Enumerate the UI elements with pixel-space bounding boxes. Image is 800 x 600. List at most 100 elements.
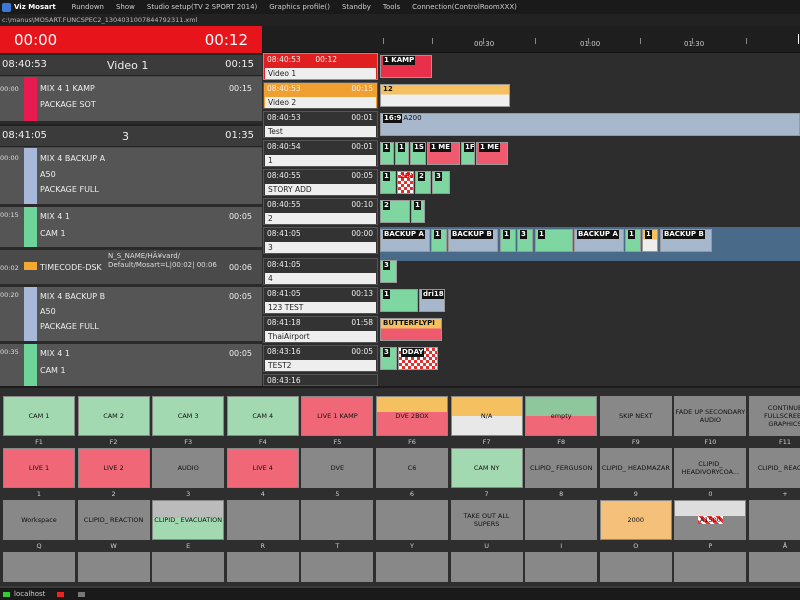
shortcut-button-2-7[interactable] xyxy=(525,500,598,540)
shortcut-button-2-4[interactable] xyxy=(301,500,374,540)
shortcut-button-1-5[interactable]: C6 xyxy=(376,448,448,488)
rundown-item[interactable]: 00:02 TIMECODE-DSK N_S_NAME/HÃ¥vard/ Def… xyxy=(0,250,262,284)
shortcut-button-0-10[interactable]: CONTINUE FULLSCREEN GRAPHICS xyxy=(749,396,800,436)
menu-studio-setup[interactable]: Studio setup(TV 2 SPORT 2014) xyxy=(141,3,263,11)
shortcut-button-1-9[interactable]: CLIPID_ HEADIVORYCOA... xyxy=(674,448,747,488)
timeline-panel[interactable]: 00:30 01:00 01:30 08:40:53 00:12 Video 1… xyxy=(262,26,800,386)
rundown-item[interactable]: 00:20 MIX 4 BACKUP B 00:05 A50 PACKAGE F… xyxy=(0,287,262,341)
shortcut-button-1-2[interactable]: AUDIO xyxy=(152,448,225,488)
shortcut-button-2-8[interactable]: 2000 xyxy=(599,500,672,540)
timeline-track[interactable]: 3 DDAY xyxy=(380,345,800,372)
timeline-story-cell[interactable]: 08:40:54 00:01 1 xyxy=(263,140,378,167)
shortcut-button-2-5[interactable] xyxy=(376,500,448,540)
menu-show[interactable]: Show xyxy=(110,3,141,11)
track-block[interactable]: 1 xyxy=(535,229,573,252)
playhead[interactable] xyxy=(798,34,799,44)
shortcut-button-1-4[interactable]: DVE xyxy=(301,448,374,488)
track-block[interactable]: 1 KAMP xyxy=(380,55,432,78)
track-block[interactable]: 1 ME xyxy=(476,142,508,165)
timeline-track[interactable]: 1 2BX 2 3 xyxy=(380,169,800,196)
timeline-story-cell[interactable]: 08:40:55 00:10 2 xyxy=(263,198,378,225)
shortcut-button-empty[interactable] xyxy=(525,552,598,582)
timeline-story-cell[interactable]: 08:41:05 00:00 3 xyxy=(263,227,378,254)
shortcut-button-2-2[interactable]: CLIPID_ EVACUATION xyxy=(152,500,225,540)
shortcut-button-empty[interactable] xyxy=(226,552,299,582)
shortcut-button-empty[interactable] xyxy=(749,552,800,582)
timeline-story-cell[interactable]: 08:43:16 xyxy=(263,374,378,386)
menu-standby[interactable]: Standby xyxy=(336,3,377,11)
shortcut-button-0-9[interactable]: FADE UP SECONDARY AUDIO xyxy=(674,396,747,436)
rundown-item[interactable]: 00:15 MIX 4 1 00:05 CAM 1 xyxy=(0,207,262,247)
track-block[interactable]: 1 xyxy=(642,229,658,252)
rundown-list[interactable]: 08:40:53 Video 1 00:15 00:00 MIX 4 1 KAM… xyxy=(0,53,262,386)
shortcut-button-0-1[interactable]: CAM 2 xyxy=(77,396,150,436)
timeline-track[interactable]: 1 dri18 xyxy=(380,287,800,314)
rundown-item[interactable]: 00:00 MIX 4 1 KAMP 00:15 PACKAGE SOT xyxy=(0,77,262,121)
shortcut-button-2-10[interactable] xyxy=(749,500,800,540)
track-block[interactable]: dri18 xyxy=(419,289,445,312)
shortcut-button-empty[interactable] xyxy=(674,552,747,582)
shortcut-button-empty[interactable] xyxy=(599,552,672,582)
shortcut-button-empty[interactable] xyxy=(77,552,150,582)
timeline-story-cell[interactable]: 08:40:53 00:12 Video 1 xyxy=(263,53,378,80)
shortcut-button-empty[interactable] xyxy=(450,552,523,582)
track-block[interactable]: DDAY xyxy=(398,347,438,370)
shortcut-button-1-10[interactable]: CLIPID_ REACTIO xyxy=(749,448,800,488)
shortcut-button-0-7[interactable]: empty xyxy=(525,396,598,436)
track-block[interactable]: 1 xyxy=(625,229,641,252)
shortcut-button-empty[interactable] xyxy=(3,552,75,582)
track-block[interactable]: BACKUP A xyxy=(574,229,624,252)
track-block[interactable]: 3 xyxy=(380,260,397,283)
shortcut-button-1-3[interactable]: LIVE 4 xyxy=(226,448,299,488)
story-header[interactable]: 08:40:53 Video 1 00:15 xyxy=(0,53,262,76)
track-block[interactable]: 3 xyxy=(517,229,533,252)
timeline-story-cell[interactable]: 08:43:16 00:05 TEST2 xyxy=(263,345,378,372)
story-header[interactable]: 08:41:05 3 01:35 xyxy=(0,124,262,147)
shortcut-button-empty[interactable] xyxy=(376,552,448,582)
menu-graphics-profile[interactable]: Graphics profile() xyxy=(263,3,336,11)
track-block[interactable]: 1 xyxy=(380,171,396,194)
track-block[interactable]: 12 xyxy=(380,84,510,107)
track-block[interactable]: BACKUP A xyxy=(380,229,430,252)
timeline-track[interactable]: 16:9 A200 xyxy=(380,111,800,138)
track-block[interactable]: 2 xyxy=(415,171,431,194)
timeline-track[interactable]: 12 xyxy=(380,82,800,109)
shortcut-button-2-3[interactable] xyxy=(226,500,299,540)
track-block[interactable]: 1 xyxy=(411,200,425,223)
shortcut-button-0-5[interactable]: DVE 2BOX xyxy=(376,396,448,436)
timeline-story-cell[interactable]: 08:40:53 00:15 Video 2 xyxy=(263,82,378,109)
rundown-item[interactable]: 00:00 MIX 4 BACKUP A A50 PACKAGE FULL xyxy=(0,148,262,204)
shortcut-button-2-0[interactable]: Workspace xyxy=(3,500,75,540)
timeline-story-cell[interactable]: 08:40:55 00:05 STORY ADD xyxy=(263,169,378,196)
track-block[interactable]: 1 xyxy=(380,142,394,165)
track-block[interactable]: 1 xyxy=(395,142,409,165)
shortcut-button-1-7[interactable]: CLIPID_ FERGUSON xyxy=(525,448,598,488)
timeline-track[interactable]: 2 1 xyxy=(380,198,800,225)
track-block[interactable]: 16:9 A200 xyxy=(380,113,800,136)
track-block[interactable]: 1 ME xyxy=(427,142,460,165)
shortcut-button-0-8[interactable]: SKIP NEXT xyxy=(599,396,672,436)
track-block[interactable]: 1 xyxy=(380,289,418,312)
shortcut-button-0-3[interactable]: CAM 4 xyxy=(226,396,299,436)
menu-rundown[interactable]: Rundown xyxy=(66,3,110,11)
shortcut-button-2-9[interactable]: A1500 xyxy=(674,500,747,540)
track-block[interactable]: 2BX xyxy=(397,171,414,194)
timeline-track[interactable]: 3 xyxy=(380,258,800,285)
timeline-story-cell[interactable]: 08:41:05 4 xyxy=(263,258,378,285)
shortcut-button-0-4[interactable]: LIVE 1 KAMP xyxy=(301,396,374,436)
shortcut-button-empty[interactable] xyxy=(152,552,225,582)
timeline-track[interactable]: 1 1 1S 1 ME 1F 1 ME xyxy=(380,140,800,167)
track-block[interactable]: BACKUP B xyxy=(660,229,712,252)
track-block[interactable]: 2 xyxy=(380,200,410,223)
track-block[interactable]: 1 xyxy=(500,229,516,252)
shortcut-button-1-6[interactable]: CAM NY xyxy=(450,448,523,488)
menu-connection[interactable]: Connection(ControlRoomXXX) xyxy=(406,3,523,11)
timeline-story-cell[interactable]: 08:40:53 00:01 Test xyxy=(263,111,378,138)
track-block[interactable]: BUTTERFLYPI xyxy=(380,318,442,341)
shortcut-button-1-0[interactable]: LIVE 1 xyxy=(3,448,75,488)
shortcut-button-0-6[interactable]: N/A xyxy=(450,396,523,436)
track-block[interactable]: 3 xyxy=(432,171,450,194)
rundown-item[interactable]: 00:35 MIX 4 1 00:05 CAM 1 xyxy=(0,344,262,386)
menu-tools[interactable]: Tools xyxy=(377,3,406,11)
track-block[interactable]: 3 xyxy=(380,347,397,370)
